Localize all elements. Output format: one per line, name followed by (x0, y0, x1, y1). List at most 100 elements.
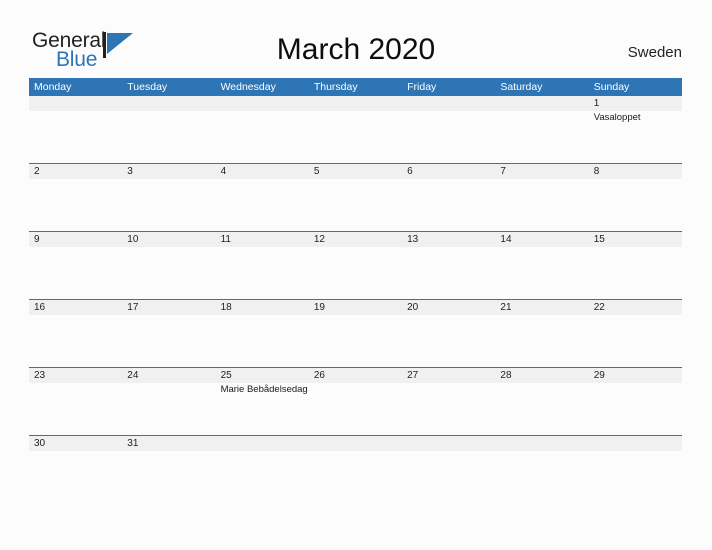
day-cell[interactable] (216, 451, 309, 469)
day-number[interactable]: 26 (309, 368, 402, 383)
day-number[interactable] (122, 96, 215, 111)
week-event-body: Vasaloppet (29, 111, 682, 163)
day-cell[interactable] (495, 247, 588, 299)
calendar-weeks: 1 Vasaloppet 2 3 4 5 6 7 8 9 10 11 12 13 14 15 16 17 18 19 2… (29, 96, 682, 469)
day-cell[interactable] (402, 111, 495, 163)
weekday-header-friday: Friday (407, 81, 437, 93)
day-cell[interactable] (495, 383, 588, 435)
day-number[interactable]: 28 (495, 368, 588, 383)
day-cell[interactable] (122, 383, 215, 435)
day-cell[interactable] (122, 179, 215, 231)
page-header: General Blue March 2020 Sweden (0, 0, 712, 78)
day-number[interactable]: 25 (216, 368, 309, 383)
day-cell[interactable] (495, 111, 588, 163)
weekday-header-row: Monday Tuesday Wednesday Thursday Friday Satu… (29, 78, 682, 96)
day-cell[interactable] (309, 315, 402, 367)
day-cell[interactable]: Vasaloppet (589, 111, 682, 163)
day-number[interactable]: 13 (402, 232, 495, 247)
weekday-header-sunday: Sunday (593, 81, 630, 93)
day-cell[interactable] (216, 111, 309, 163)
day-number[interactable] (589, 436, 682, 451)
day-cell[interactable] (589, 179, 682, 231)
calendar-week-row: 23 24 25 26 27 28 29 Marie Bebådelsedag (29, 367, 682, 435)
day-number[interactable]: 16 (29, 300, 122, 315)
day-cell[interactable] (309, 247, 402, 299)
day-number[interactable] (402, 436, 495, 451)
day-number[interactable]: 19 (309, 300, 402, 315)
day-number[interactable] (29, 96, 122, 111)
day-cell[interactable] (589, 315, 682, 367)
day-cell[interactable] (402, 383, 495, 435)
day-cell[interactable] (589, 247, 682, 299)
day-cell[interactable] (122, 111, 215, 163)
day-cell[interactable] (29, 383, 122, 435)
day-cell[interactable] (29, 247, 122, 299)
day-cell[interactable] (216, 247, 309, 299)
day-number[interactable]: 24 (122, 368, 215, 383)
day-cell[interactable] (495, 179, 588, 231)
calendar-page: General Blue March 2020 Sweden Monday Tue… (0, 0, 712, 550)
day-number[interactable]: 29 (589, 368, 682, 383)
day-number[interactable]: 1 (589, 96, 682, 111)
weekday-header-saturday: Saturday (500, 81, 543, 93)
day-cell[interactable] (495, 451, 588, 469)
day-number[interactable] (216, 96, 309, 111)
day-number[interactable]: 30 (29, 436, 122, 451)
day-number[interactable] (309, 96, 402, 111)
day-number[interactable]: 14 (495, 232, 588, 247)
day-number[interactable]: 6 (402, 164, 495, 179)
day-number[interactable]: 21 (495, 300, 588, 315)
day-number[interactable]: 18 (216, 300, 309, 315)
day-cell[interactable] (29, 179, 122, 231)
day-cell[interactable] (122, 451, 215, 469)
day-number[interactable]: 3 (122, 164, 215, 179)
day-number[interactable]: 23 (29, 368, 122, 383)
day-number[interactable]: 11 (216, 232, 309, 247)
day-number[interactable] (216, 436, 309, 451)
day-number[interactable]: 5 (309, 164, 402, 179)
day-number[interactable]: 12 (309, 232, 402, 247)
calendar-grid: Monday Tuesday Wednesday Thursday Friday Satu… (29, 78, 682, 469)
day-number[interactable] (309, 436, 402, 451)
day-cell[interactable] (122, 247, 215, 299)
day-cell[interactable] (216, 315, 309, 367)
day-cell[interactable] (309, 383, 402, 435)
weekday-header-thursday: Thursday (313, 81, 358, 93)
day-cell[interactable] (402, 315, 495, 367)
day-number[interactable]: 15 (589, 232, 682, 247)
weekday-header-tuesday: Tuesday (127, 81, 168, 93)
day-cell[interactable] (309, 111, 402, 163)
day-number[interactable]: 7 (495, 164, 588, 179)
day-cell[interactable] (589, 383, 682, 435)
day-number[interactable]: 27 (402, 368, 495, 383)
day-number[interactable] (402, 96, 495, 111)
week-event-body (29, 315, 682, 367)
day-cell[interactable] (216, 179, 309, 231)
day-cell[interactable] (402, 247, 495, 299)
day-number[interactable]: 9 (29, 232, 122, 247)
day-cell[interactable]: Marie Bebådelsedag (216, 383, 309, 435)
day-number[interactable]: 2 (29, 164, 122, 179)
day-number[interactable]: 17 (122, 300, 215, 315)
day-cell[interactable] (29, 111, 122, 163)
day-number[interactable]: 31 (122, 436, 215, 451)
day-cell[interactable] (495, 315, 588, 367)
day-number[interactable]: 22 (589, 300, 682, 315)
day-cell[interactable] (29, 451, 122, 469)
day-number[interactable] (495, 436, 588, 451)
day-cell[interactable] (589, 451, 682, 469)
day-cell[interactable] (309, 451, 402, 469)
day-cell[interactable] (402, 451, 495, 469)
day-cell[interactable] (122, 315, 215, 367)
day-number[interactable] (495, 96, 588, 111)
day-number[interactable]: 8 (589, 164, 682, 179)
country-label: Sweden (627, 44, 682, 61)
day-cell[interactable] (29, 315, 122, 367)
holiday-event-label: Vasaloppet (593, 112, 641, 123)
week-date-strip: 16 17 18 19 20 21 22 (29, 300, 682, 315)
day-number[interactable]: 20 (402, 300, 495, 315)
day-cell[interactable] (402, 179, 495, 231)
day-number[interactable]: 4 (216, 164, 309, 179)
day-cell[interactable] (309, 179, 402, 231)
day-number[interactable]: 10 (122, 232, 215, 247)
